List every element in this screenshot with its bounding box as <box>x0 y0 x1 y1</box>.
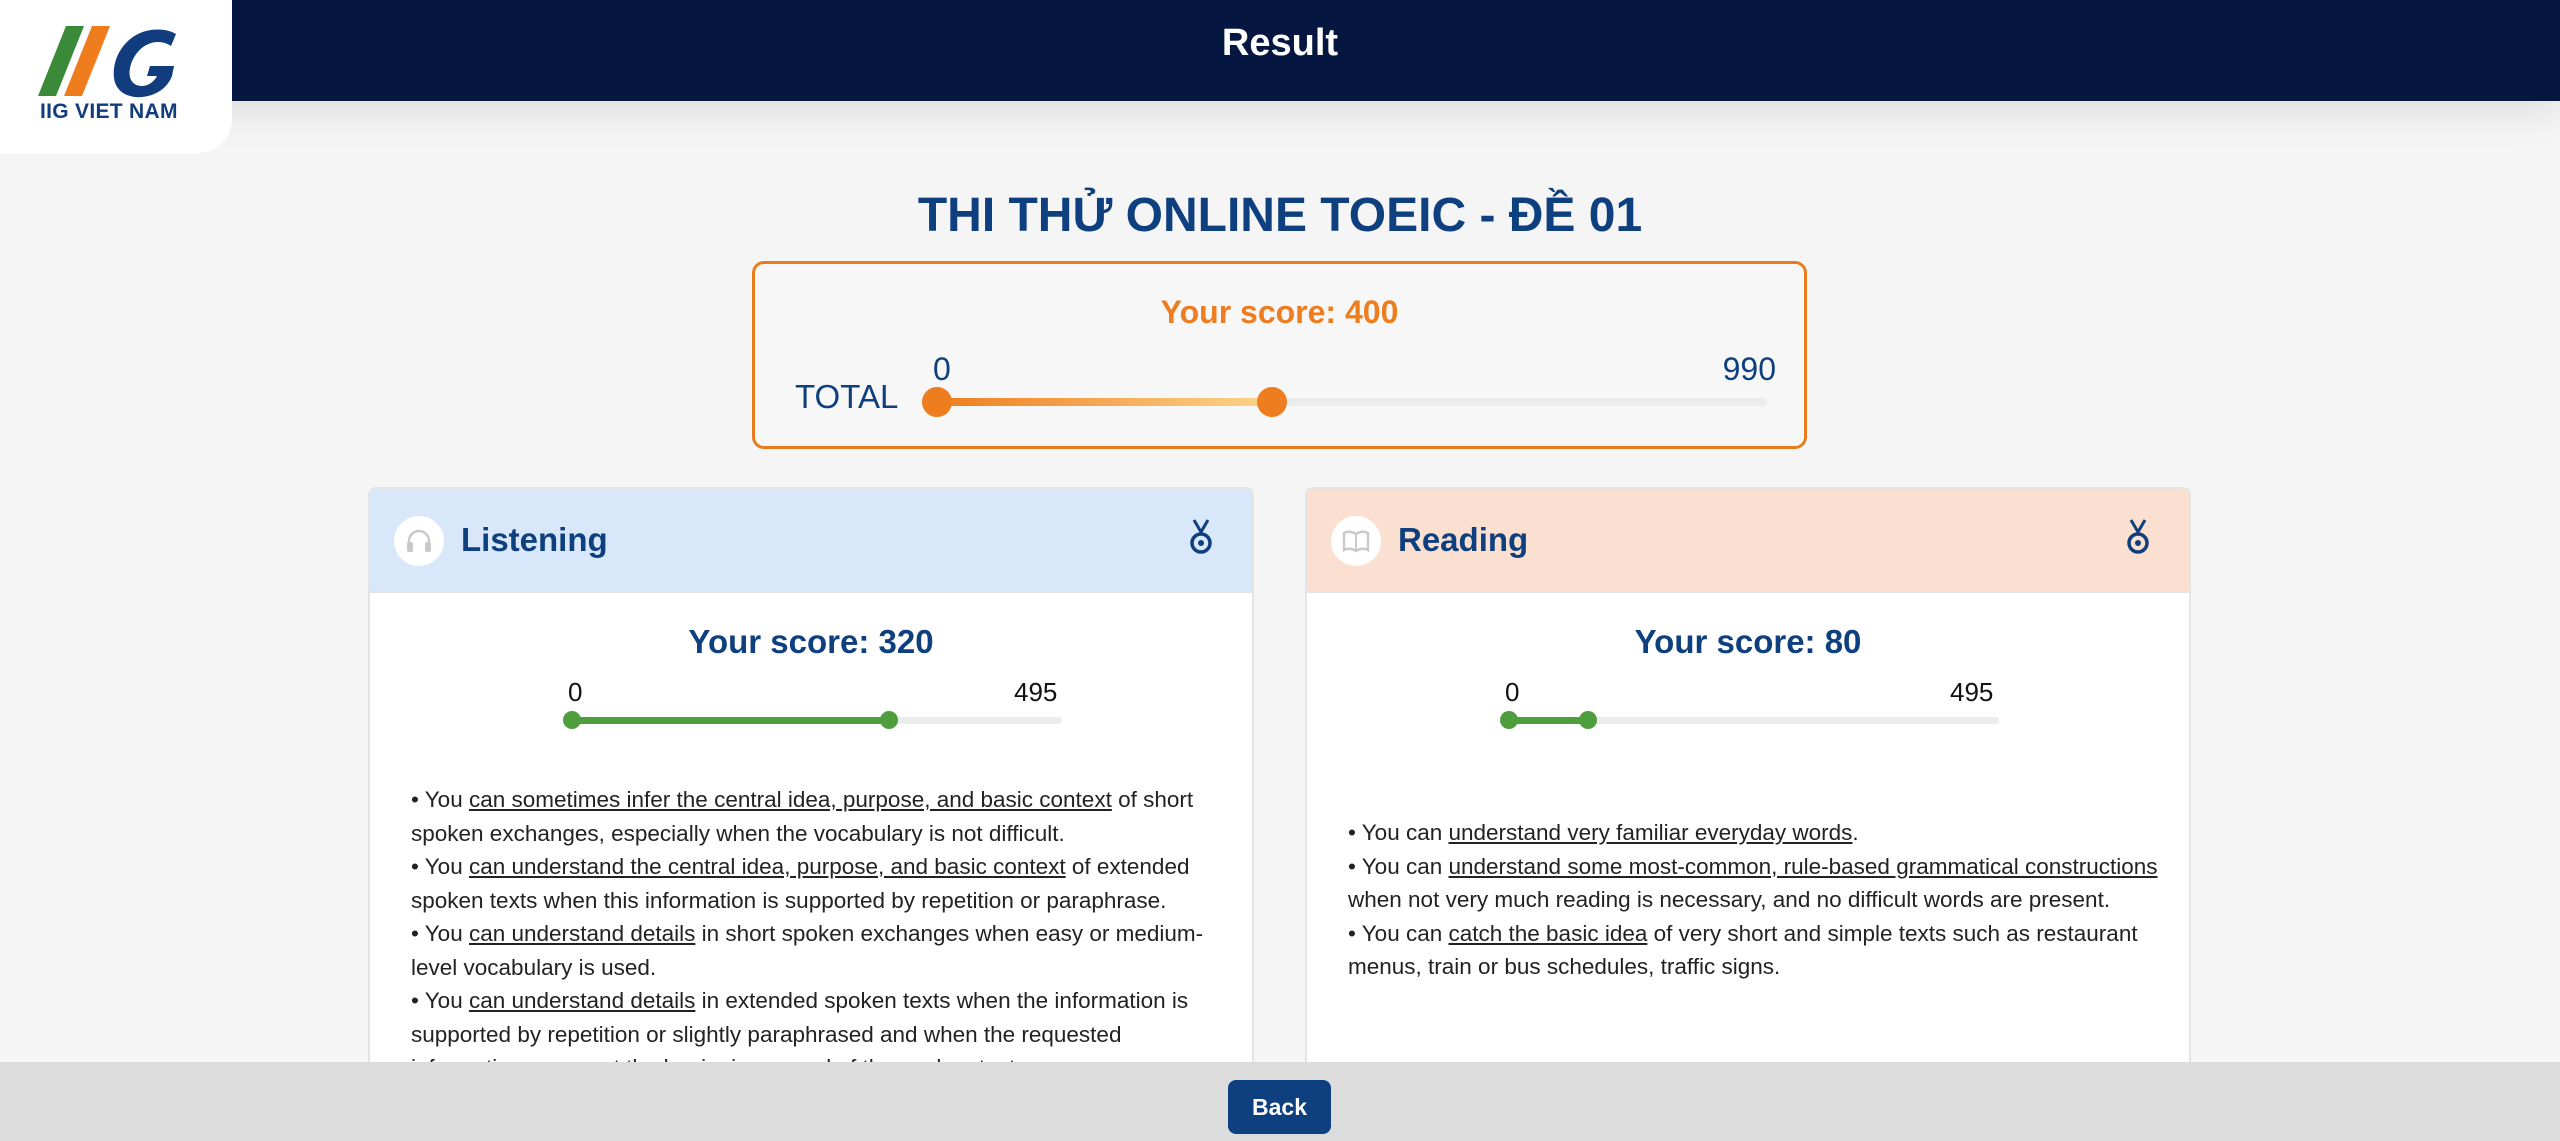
reading-title: Reading <box>1398 521 1529 558</box>
reading-description: • You can understand very familiar every… <box>1348 816 2158 984</box>
reading-card: Reading Your score: 80 0 495 • You can u… <box>1305 487 2191 1087</box>
listening-description-item: • You can understand the central idea, p… <box>411 854 1190 913</box>
total-score-box: Your score: 400 TOTAL 0 990 <box>752 261 1807 449</box>
listening-description-item: • You can understand details in short sp… <box>411 921 1204 980</box>
headphones-icon <box>394 516 444 566</box>
top-bar: Result <box>0 0 2560 101</box>
description-highlight: understand very familiar everyday words <box>1448 820 1853 845</box>
reading-max: 495 <box>1950 677 1994 707</box>
description-text: You can <box>1361 920 1449 946</box>
description-text: You <box>424 787 469 812</box>
medal-icon[interactable] <box>2125 518 2151 558</box>
reading-start-dot <box>1500 711 1518 729</box>
description-text: You <box>424 921 469 946</box>
iig-logo-icon <box>38 26 176 98</box>
total-score-text: Your score: 400 <box>1160 294 1399 330</box>
listening-score-bar <box>563 711 1062 729</box>
listening-card: Listening Your score: 320 0 495 • You ca… <box>368 487 1254 1087</box>
listening-max: 495 <box>1014 677 1058 707</box>
description-text: You <box>424 988 469 1013</box>
listening-start-dot <box>563 711 581 729</box>
listening-description-item: • You can sometimes infer the central id… <box>411 787 1194 846</box>
back-button[interactable]: Back <box>1228 1080 1331 1134</box>
listening-description: • You can sometimes infer the central id… <box>411 783 1221 1085</box>
page-title: Result <box>1221 22 1339 64</box>
reading-score-bar <box>1500 711 1999 729</box>
listening-score-fill <box>572 717 889 724</box>
reading-description-item: • You can understand very familiar every… <box>1348 820 1859 845</box>
description-text: . <box>1852 820 1859 845</box>
medal-icon[interactable] <box>1188 518 1214 558</box>
description-text: You can <box>1361 853 1449 879</box>
description-highlight: catch the basic idea <box>1448 920 1648 946</box>
reading-score-dot <box>1579 711 1598 729</box>
total-score-dot <box>1257 387 1288 417</box>
description-highlight: can understand details <box>468 921 696 946</box>
total-start-dot <box>922 387 952 417</box>
footer-bar: Back <box>0 1062 2560 1141</box>
description-highlight: understand some most-common, rule-based … <box>1448 853 2158 879</box>
listening-min: 0 <box>568 677 583 707</box>
exam-title: THI THỬ ONLINE TOEIC - ĐỀ 01 <box>917 189 1643 242</box>
description-text: when not very much reading is necessary,… <box>1348 887 2111 912</box>
description-text: You <box>424 854 469 879</box>
total-label: TOTAL <box>795 378 899 415</box>
reading-description-item: • You can catch the basic idea of very s… <box>1348 920 2138 980</box>
listening-score-text: Your score: 320 <box>688 623 934 660</box>
logo[interactable]: IIG VIET NAM <box>0 0 232 153</box>
reading-description-item: • You can understand some most-common, r… <box>1348 853 2158 913</box>
reading-score-text: Your score: 80 <box>1634 623 1862 660</box>
description-highlight: can understand details <box>468 988 696 1013</box>
total-score-bar <box>922 387 1767 417</box>
reading-header: Reading <box>1307 489 2189 593</box>
listening-score-dot <box>879 711 898 729</box>
logo-text: IIG VIET NAM <box>40 100 178 123</box>
book-icon <box>1331 516 1381 566</box>
total-max: 990 <box>1722 351 1776 387</box>
total-min: 0 <box>933 351 951 387</box>
total-score-fill <box>937 398 1273 406</box>
listening-header: Listening <box>370 489 1252 593</box>
listening-title: Listening <box>461 521 608 558</box>
description-text: You can <box>1361 820 1449 845</box>
description-highlight: can sometimes infer the central idea, pu… <box>468 787 1112 812</box>
reading-score-fill <box>1509 717 1589 724</box>
reading-min: 0 <box>1505 677 1520 707</box>
description-highlight: can understand the central idea, purpose… <box>468 854 1066 879</box>
